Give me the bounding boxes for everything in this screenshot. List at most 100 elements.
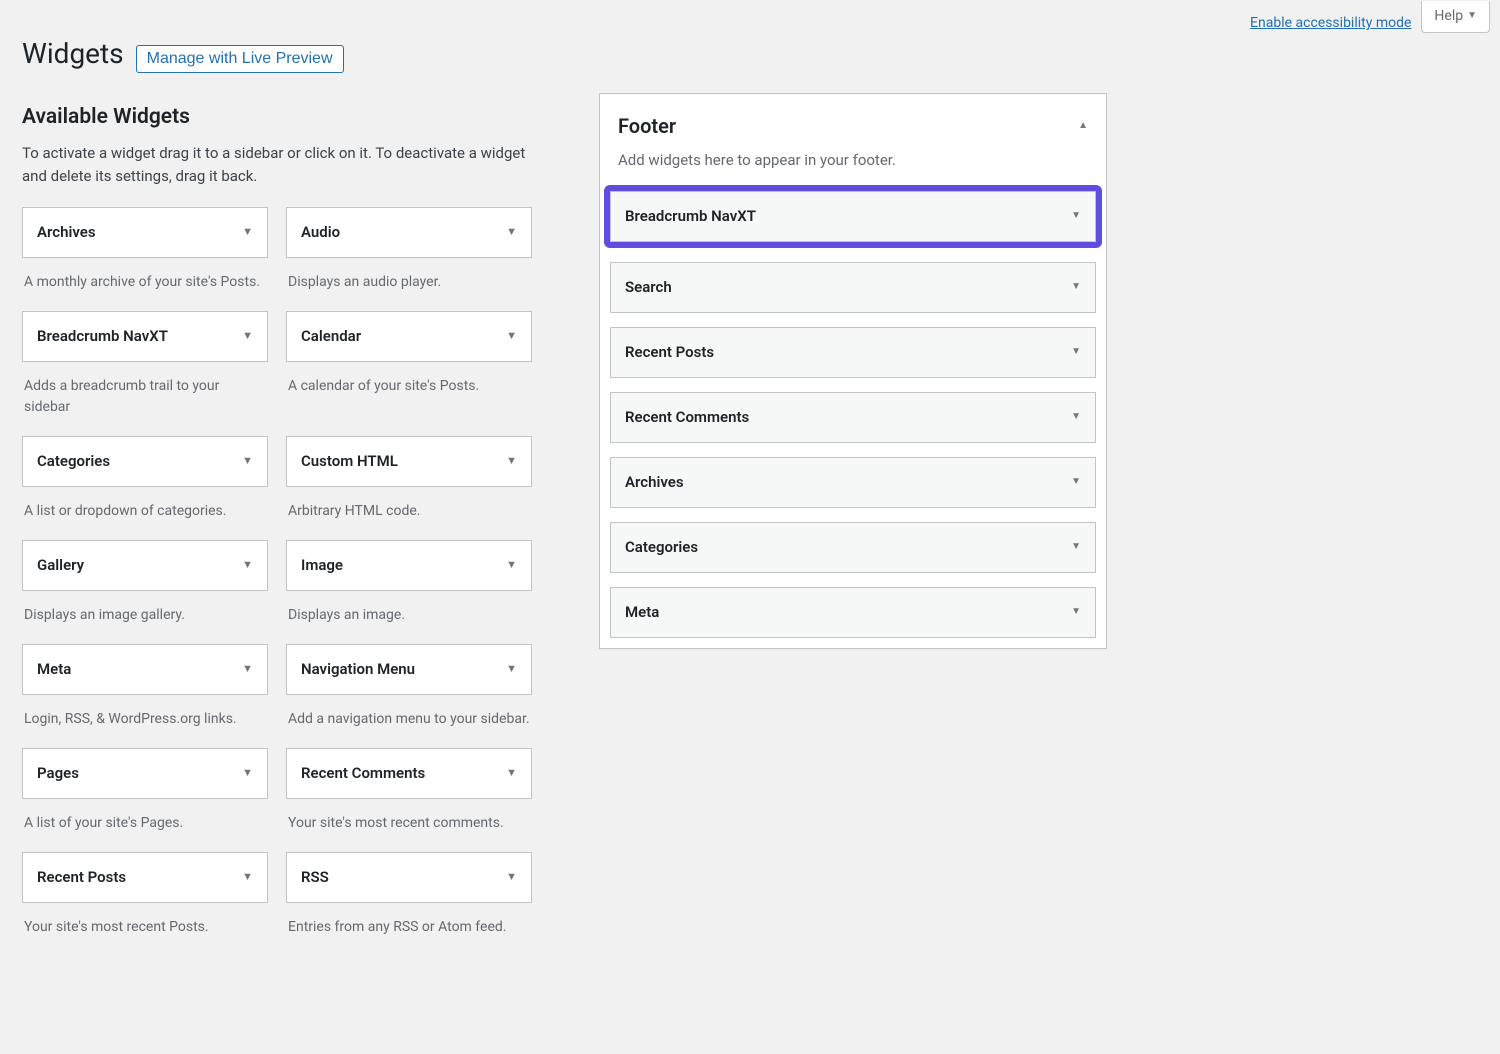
chevron-up-icon: ▲	[1078, 119, 1088, 133]
chevron-down-icon: ▼	[506, 557, 517, 572]
chevron-down-icon: ▼	[242, 869, 253, 884]
sidebar-widget[interactable]: Recent Comments▼	[610, 392, 1096, 443]
sidebar-desc: Add widgets here to appear in your foote…	[618, 150, 1088, 171]
widget-description: Your site's most recent comments.	[286, 799, 532, 852]
available-widgets-title: Available Widgets	[22, 103, 532, 132]
widget-name: Breadcrumb NavXT	[37, 326, 168, 347]
sidebar-widget[interactable]: Search▼	[610, 262, 1096, 313]
widget-description: Entries from any RSS or Atom feed.	[286, 903, 532, 956]
sidebar-header-toggle[interactable]: Footer ▲	[618, 112, 1088, 140]
available-widget: Breadcrumb NavXT ▼ Adds a breadcrumb trail…	[22, 311, 268, 436]
sidebar-widget[interactable]: Recent Posts ▼	[610, 327, 1096, 378]
chevron-down-icon: ▼	[1071, 209, 1081, 223]
chevron-down-icon: ▼	[506, 765, 517, 780]
widget-description: Arbitrary HTML code.	[286, 487, 532, 540]
sidebar-widget-name: Categories	[625, 537, 698, 558]
chevron-down-icon: ▼	[1071, 410, 1081, 424]
page-title: Widgets	[22, 34, 124, 73]
chevron-down-icon: ▼	[506, 224, 517, 239]
sidebar-widget[interactable]: Meta ▼	[610, 587, 1096, 638]
widget-name: Recent Comments	[301, 763, 425, 784]
available-widget: Recent Comments ▼ Your site's most recent …	[286, 748, 532, 852]
widget-description: A calendar of your site's Posts.	[286, 362, 532, 415]
widget-description: A list of your site's Pages.	[22, 799, 268, 852]
chevron-down-icon: ▼	[1071, 605, 1081, 619]
available-widget-chip[interactable]: Calendar▼	[286, 311, 532, 362]
chevron-down-icon: ▼	[506, 453, 517, 468]
available-widget-chip[interactable]: Recent Posts ▼	[22, 852, 268, 903]
available-widget: Pages ▼ A list of your site's Pages.	[22, 748, 268, 852]
available-widget-chip[interactable]: Pages ▼	[22, 748, 268, 799]
available-widget: Archives▼A monthly archive of your site'…	[22, 207, 268, 311]
available-widget: Calendar▼A calendar of your site's Posts…	[286, 311, 532, 436]
chevron-down-icon: ▼	[1071, 540, 1081, 554]
sidebar-area-footer: Footer ▲ Add widgets here to appear in y…	[599, 93, 1107, 649]
chevron-down-icon: ▼	[242, 224, 253, 239]
widget-description: Displays an image gallery.	[22, 591, 268, 644]
sidebar-widget-name: Archives	[625, 472, 684, 493]
widget-description: Displays an image.	[286, 591, 532, 644]
sidebar-widget[interactable]: Breadcrumb NavXT ▼	[610, 191, 1096, 242]
widget-name: Custom HTML	[301, 451, 398, 472]
chevron-down-icon: ▼	[242, 661, 253, 676]
widget-name: Calendar	[301, 326, 361, 347]
available-widget-chip[interactable]: Meta ▼	[22, 644, 268, 695]
widget-description: A list or dropdown of categories.	[22, 487, 268, 540]
help-label: Help	[1434, 7, 1463, 27]
available-widget-chip[interactable]: RSS ▼	[286, 852, 532, 903]
available-widget: RSS ▼ Entries from any RSS or Atom feed.	[286, 852, 532, 956]
enable-accessibility-link[interactable]: Enable accessibility mode	[1250, 14, 1411, 34]
chevron-down-icon: ▼	[506, 661, 517, 676]
highlighted-widget: Breadcrumb NavXT ▼	[604, 185, 1102, 248]
available-widget-chip[interactable]: Audio ▼	[286, 207, 532, 258]
widget-name: Pages	[37, 763, 79, 784]
available-widget: Recent Posts ▼ Your site's most recent Pos…	[22, 852, 268, 956]
sidebar-title: Footer	[618, 112, 676, 140]
widget-name: Recent Posts	[37, 867, 126, 888]
widget-name: Meta	[37, 659, 71, 680]
available-widgets-desc: To activate a widget drag it to a sideba…	[22, 142, 532, 189]
widget-description: Your site's most recent Posts.	[22, 903, 268, 956]
chevron-down-icon: ▼	[242, 453, 253, 468]
widget-description: Adds a breadcrumb trail to your sidebar	[22, 362, 268, 436]
widget-name: Gallery	[37, 555, 84, 576]
available-widget-chip[interactable]: Navigation Menu▼	[286, 644, 532, 695]
available-widget: Categories ▼ A list or dropdown of categor…	[22, 436, 268, 540]
widget-name: Image	[301, 555, 343, 576]
live-preview-button[interactable]: Manage with Live Preview	[136, 45, 344, 73]
chevron-down-icon: ▼	[1071, 345, 1081, 359]
available-widget-chip[interactable]: Breadcrumb NavXT ▼	[22, 311, 268, 362]
available-widget-chip[interactable]: Recent Comments ▼	[286, 748, 532, 799]
widget-name: Categories	[37, 451, 110, 472]
help-tab[interactable]: Help ▼	[1421, 1, 1490, 34]
chevron-down-icon: ▼	[506, 869, 517, 884]
available-widget: Gallery ▼ Displays an image gallery.	[22, 540, 268, 644]
sidebar-widget-name: Breadcrumb NavXT	[625, 206, 756, 227]
widget-name: RSS	[301, 867, 329, 888]
available-widget: Navigation Menu▼Add a navigation menu to…	[286, 644, 532, 748]
widget-description: Login, RSS, & WordPress.org links.	[22, 695, 268, 748]
sidebar-widget-name: Search	[625, 277, 672, 298]
chevron-down-icon: ▼	[242, 557, 253, 572]
sidebar-widget-name: Recent Posts	[625, 342, 714, 363]
sidebar-widget[interactable]: Archives ▼	[610, 457, 1096, 508]
available-widget: Meta ▼ Login, RSS, & WordPress.org links.	[22, 644, 268, 748]
available-widget: Audio ▼ Displays an audio player.	[286, 207, 532, 311]
available-widget-chip[interactable]: Image ▼	[286, 540, 532, 591]
available-widget: Image ▼ Displays an image.	[286, 540, 532, 644]
chevron-down-icon: ▼	[1071, 475, 1081, 489]
available-widget-chip[interactable]: Custom HTML ▼	[286, 436, 532, 487]
available-widget: Custom HTML ▼ Arbitrary HTML code.	[286, 436, 532, 540]
chevron-down-icon: ▼	[242, 328, 253, 343]
widget-description: Add a navigation menu to your sidebar.	[286, 695, 532, 748]
available-widgets-panel: Available Widgets To activate a widget d…	[22, 103, 532, 956]
widget-name: Audio	[301, 222, 340, 243]
available-widget-chip[interactable]: Archives ▼	[22, 207, 268, 258]
chevron-down-icon: ▼	[242, 765, 253, 780]
sidebar-widget[interactable]: Categories ▼	[610, 522, 1096, 573]
widget-name: Archives	[37, 222, 96, 243]
widget-description: Displays an audio player.	[286, 258, 532, 311]
available-widget-chip[interactable]: Categories ▼	[22, 436, 268, 487]
sidebar-widget-name: Meta	[625, 602, 659, 623]
available-widget-chip[interactable]: Gallery ▼	[22, 540, 268, 591]
